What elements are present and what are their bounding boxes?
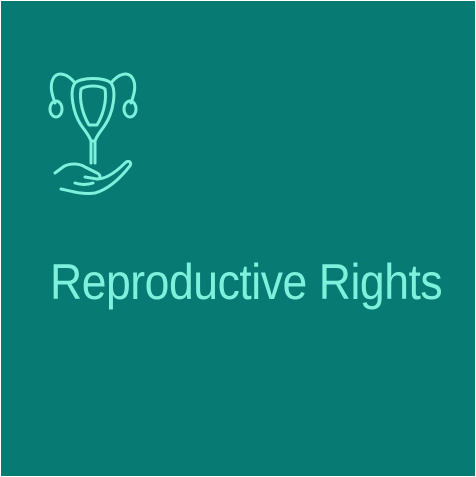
uterus-in-hand-icon xyxy=(45,63,141,213)
reproductive-rights-card[interactable]: Reproductive Rights xyxy=(1,1,475,476)
card-title: Reproductive Rights xyxy=(50,254,443,310)
